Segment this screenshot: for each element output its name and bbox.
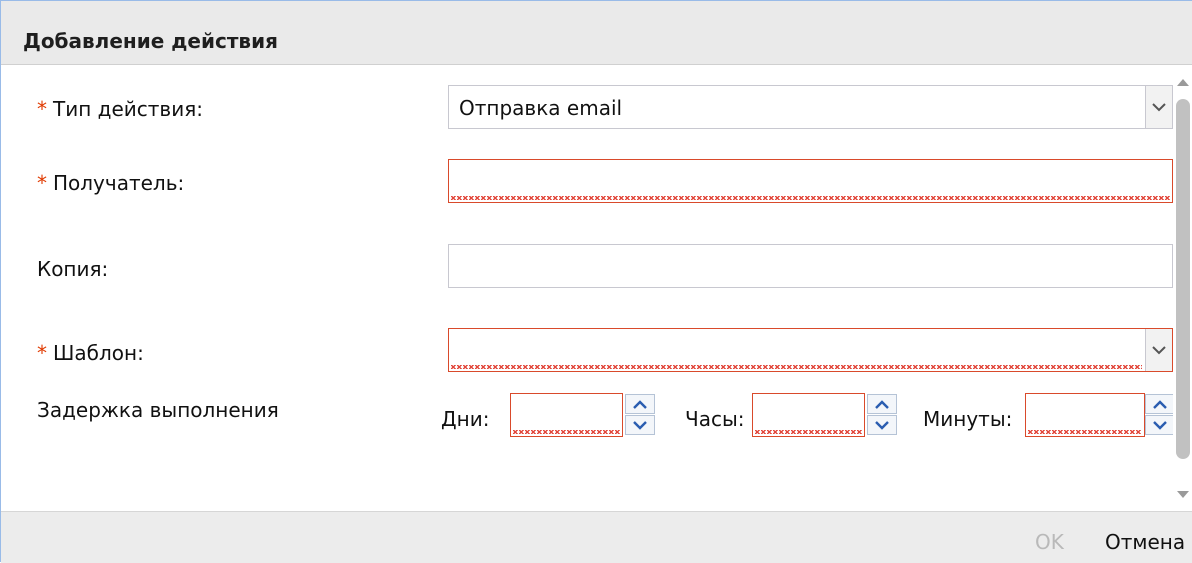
required-marker: * <box>37 341 47 365</box>
validation-error-underline <box>513 430 620 434</box>
chevron-down-icon[interactable] <box>1145 415 1173 435</box>
add-action-dialog: Добавление действия * Тип действия: Отпра… <box>0 0 1192 563</box>
copy-field[interactable] <box>448 244 1173 288</box>
delay-label: Задержка выполнения <box>37 398 279 422</box>
minutes-spinner[interactable] <box>1143 393 1173 437</box>
chevron-down-icon[interactable] <box>1145 329 1172 371</box>
scroll-down-arrow-icon[interactable] <box>1177 491 1189 498</box>
validation-error-underline <box>451 365 1142 369</box>
hours-label: Часы: <box>685 407 745 431</box>
action-type-value: Отправка email <box>459 96 623 120</box>
dialog-header[interactable]: Добавление действия <box>1 1 1192 65</box>
required-marker: * <box>37 171 47 195</box>
days-input[interactable] <box>510 393 623 437</box>
recipient-label: * Получатель: <box>37 171 185 195</box>
action-type-combobox[interactable]: Отправка email <box>448 85 1173 129</box>
ok-button[interactable]: OK <box>1035 530 1064 554</box>
cancel-button[interactable]: Отмена <box>1105 530 1185 554</box>
vertical-scrollbar[interactable] <box>1173 71 1192 511</box>
chevron-down-icon[interactable] <box>867 415 897 435</box>
hours-input[interactable] <box>752 393 865 437</box>
hours-spinner[interactable] <box>865 393 899 437</box>
copy-label: Копия: <box>37 257 109 281</box>
chevron-up-icon[interactable] <box>625 394 655 414</box>
required-marker: * <box>37 97 47 121</box>
chevron-up-icon[interactable] <box>1145 394 1173 414</box>
dialog-footer: OK Отмена <box>1 511 1192 563</box>
chevron-down-icon[interactable] <box>1145 86 1172 128</box>
days-label: Дни: <box>441 407 490 431</box>
minutes-label: Минуты: <box>923 407 1013 431</box>
validation-error-underline <box>755 430 862 434</box>
minutes-input[interactable] <box>1025 393 1145 437</box>
template-label: * Шаблон: <box>37 341 144 365</box>
days-spinner[interactable] <box>623 393 657 437</box>
scroll-up-arrow-icon[interactable] <box>1177 79 1189 86</box>
validation-error-underline <box>1028 430 1142 434</box>
recipient-field[interactable] <box>448 159 1173 203</box>
template-combobox[interactable] <box>448 328 1173 372</box>
chevron-up-icon[interactable] <box>867 394 897 414</box>
scrollbar-thumb[interactable] <box>1176 99 1190 459</box>
dialog-title: Добавление действия <box>23 29 278 53</box>
chevron-down-icon[interactable] <box>625 415 655 435</box>
action-type-label: * Тип действия: <box>37 97 203 121</box>
validation-error-underline <box>451 196 1170 200</box>
